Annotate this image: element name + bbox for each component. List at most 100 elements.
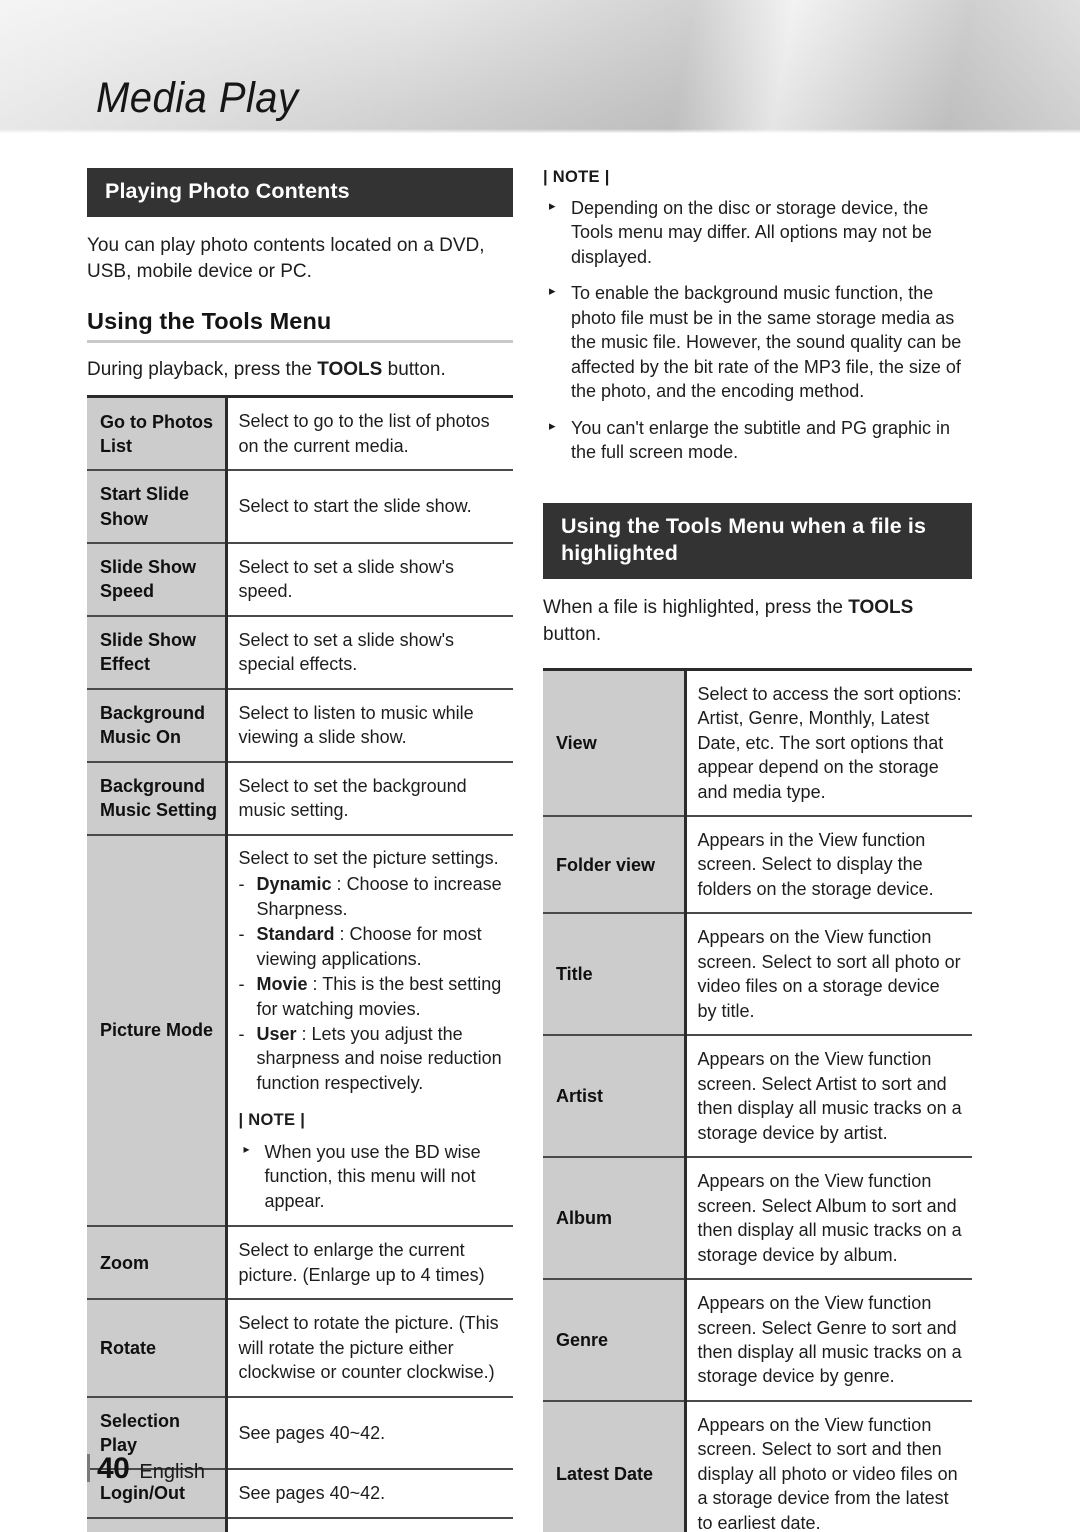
row-key: Genre <box>543 1279 687 1402</box>
note-item: ▸ To enable the background music function… <box>543 281 972 403</box>
row-value: Appears on the View function screen. Sel… <box>685 1400 972 1532</box>
table-row: Rotate Select to rotate the picture. (Th… <box>87 1299 513 1398</box>
dash-icon: - <box>238 1023 245 1044</box>
tools-button-label: TOOLS <box>317 359 383 381</box>
manual-page: Media Play Playing Photo Contents You ca… <box>0 0 1080 1532</box>
intro-paragraph: You can play photo contents located on a… <box>87 234 485 283</box>
picture-mode-option: - Standard : Choose for most viewing appl… <box>239 922 504 971</box>
left-column: Playing Photo Contents You can play phot… <box>87 168 513 1532</box>
row-value: Appears on the View function screen. Sel… <box>685 913 972 1037</box>
option-name: User <box>256 1023 297 1044</box>
dash-icon: - <box>238 974 245 995</box>
view-options-table: View Select to access the sort options: … <box>543 667 972 1532</box>
tools-button-label: TOOLS <box>848 596 914 618</box>
subheading-using-tools-menu: Using the Tools Menu <box>87 308 332 335</box>
table-row: Information Shows the picture informatio… <box>87 1517 513 1532</box>
row-key: Album <box>543 1157 687 1281</box>
row-key-picture-mode: Picture Mode <box>87 834 228 1228</box>
row-key: View <box>543 669 687 817</box>
subheading-rule <box>87 340 513 344</box>
table-row: Background Music Setting Select to set t… <box>87 761 513 836</box>
option-sep: : <box>331 874 347 895</box>
table-row: Zoom Select to enlarge the current pictu… <box>87 1226 513 1301</box>
row-value: Select to listen to music while viewing … <box>226 688 513 763</box>
note-list: ▸ Depending on the disc or storage device… <box>543 196 972 465</box>
row-key: Go to Photos List <box>87 396 228 472</box>
page-language: English <box>139 1461 205 1483</box>
dash-icon: - <box>238 874 245 895</box>
row-key: Background Music Setting <box>87 761 228 836</box>
row-value: Select to go to the list of photos on th… <box>226 396 513 472</box>
dash-icon: - <box>238 924 245 945</box>
table-row: View Select to access the sort options: … <box>543 669 972 817</box>
option-name: Standard <box>256 924 335 945</box>
note-item-text: To enable the background music function,… <box>571 283 962 402</box>
note-item: ▸ Depending on the disc or storage device… <box>543 196 972 269</box>
option-sep: : <box>296 1023 312 1044</box>
row-key: Slide Show Speed <box>87 542 228 617</box>
table-row: Go to Photos List Select to go to the li… <box>87 396 513 472</box>
option-sep: : <box>334 924 350 945</box>
highlighted-instruction: When a file is highlighted, press the TO… <box>543 595 972 649</box>
tools-instruction-suffix: button. <box>382 359 446 381</box>
row-key: Rotate <box>87 1299 228 1398</box>
photo-tools-table: Go to Photos List Select to go to the li… <box>87 395 513 1532</box>
row-key: Artist <box>543 1035 687 1159</box>
triangle-bullet-icon: ▸ <box>549 417 556 433</box>
row-value: Select to access the sort options: Artis… <box>685 669 972 817</box>
table-row: Folder view Appears in the View function… <box>543 816 972 915</box>
row-value: Appears in the View function screen. Sel… <box>685 816 972 915</box>
row-key: Information <box>87 1517 228 1532</box>
row-value: See pages 40~42. <box>226 1469 513 1519</box>
picture-mode-lead: Select to set the picture settings. <box>238 847 499 868</box>
right-column: | NOTE | ▸ Depending on the disc or stora… <box>543 168 972 1532</box>
triangle-bullet-icon: ▸ <box>243 1141 250 1156</box>
row-value: Appears on the View function screen. Sel… <box>685 1157 972 1281</box>
row-key: Slide Show Effect <box>87 615 228 690</box>
row-value: Select to set a slide show's speed. <box>226 542 513 617</box>
table-row: Album Appears on the View function scree… <box>543 1157 972 1281</box>
chapter-title: Media Play <box>96 74 299 122</box>
row-value: Select to set the background music setti… <box>226 761 513 836</box>
picture-mode-note-title: | NOTE | <box>238 1111 306 1130</box>
option-sep: : <box>307 974 323 995</box>
row-value: Shows the picture information. <box>226 1517 513 1532</box>
picture-mode-option: - Dynamic : Choose to increase Sharpness. <box>239 872 504 921</box>
highlighted-instruction-suffix: button. <box>543 623 602 645</box>
row-value: Appears on the View function screen. Sel… <box>685 1035 972 1159</box>
table-row: Genre Appears on the View function scree… <box>543 1279 972 1402</box>
row-key: Background Music On <box>87 688 228 763</box>
picture-mode-option: - Movie : This is the best setting for wa… <box>239 972 504 1021</box>
row-key: Title <box>543 913 687 1037</box>
table-row: Start Slide Show Select to start the sli… <box>87 470 513 544</box>
section-header-playing-photo-contents: Playing Photo Contents <box>87 168 513 217</box>
row-value: See pages 40~42. <box>226 1396 513 1471</box>
option-name: Dynamic <box>256 874 332 895</box>
note-item-text: Depending on the disc or storage device,… <box>571 198 932 267</box>
note-item-text: You can't enlarge the subtitle and PG gr… <box>571 417 951 463</box>
picture-mode-option: - User : Lets you adjust the sharpness an… <box>239 1022 504 1095</box>
table-row-picture-mode: Picture Mode Select to set the picture s… <box>87 834 513 1228</box>
row-key: Start Slide Show <box>87 470 228 544</box>
row-value: Select to start the slide show. <box>226 470 513 544</box>
note-item: ▸ You can't enlarge the subtitle and PG g… <box>543 416 972 465</box>
row-key: Zoom <box>87 1226 228 1301</box>
table-row: Slide Show Effect Select to set a slide … <box>87 615 513 690</box>
tools-instruction-prefix: During playback, press the <box>87 359 318 381</box>
page-number: 40 <box>97 1452 130 1485</box>
row-value-picture-mode: Select to set the picture settings. - Dyn… <box>226 834 513 1228</box>
row-value: Select to rotate the picture. (This will… <box>226 1299 513 1398</box>
triangle-bullet-icon: ▸ <box>549 283 556 299</box>
footer-tick-mark <box>87 1454 90 1482</box>
note-title: | NOTE | <box>543 168 610 186</box>
picture-mode-note-item: ▸ When you use the BD wise function, this… <box>239 1140 504 1213</box>
highlighted-instruction-prefix: When a file is highlighted, press the <box>543 596 849 618</box>
table-row: Background Music On Select to listen to … <box>87 688 513 763</box>
table-row: Artist Appears on the View function scre… <box>543 1035 972 1159</box>
tools-instruction: During playback, press the TOOLS button. <box>87 357 513 384</box>
page-footer: 40 English <box>87 1450 205 1486</box>
table-row: Title Appears on the View function scree… <box>543 913 972 1037</box>
table-row: Latest Date Appears on the View function… <box>543 1400 972 1532</box>
row-value: Select to enlarge the current picture. (… <box>226 1226 513 1301</box>
row-value: Appears on the View function screen. Sel… <box>685 1279 972 1402</box>
